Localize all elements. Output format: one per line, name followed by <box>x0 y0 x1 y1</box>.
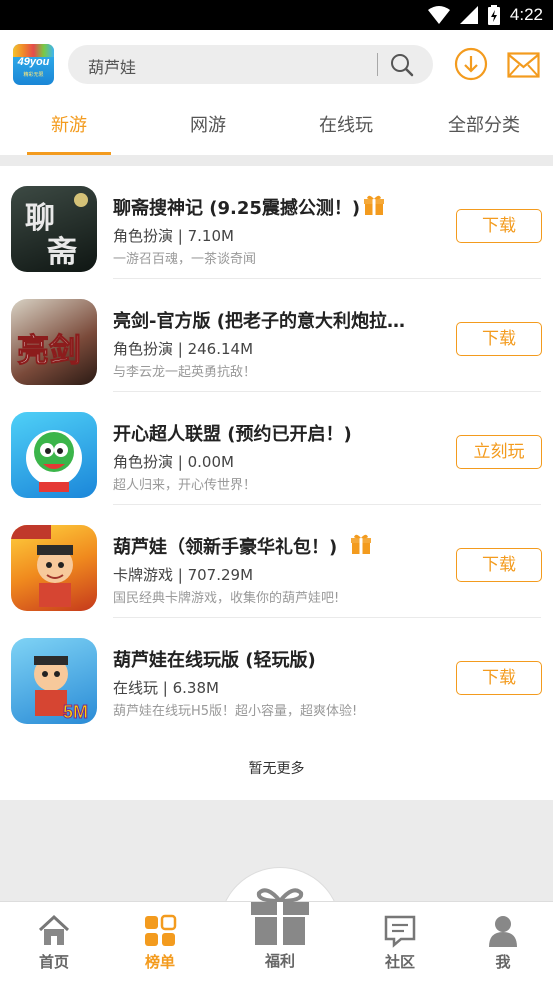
nav-label: 首页 <box>38 953 69 971</box>
battery-icon <box>487 5 500 25</box>
grid-icon <box>145 914 177 946</box>
game-title: 开心超人联盟 (预约已开启！) <box>113 424 352 445</box>
game-meta: 角色扮演 | 246.14M <box>113 340 254 358</box>
user-icon <box>489 916 517 947</box>
play-now-button[interactable]: 立刻玩 <box>456 435 542 469</box>
download-button[interactable]: 下载 <box>456 322 542 356</box>
logo-text: 49you <box>17 56 50 68</box>
game-title: 葫芦娃在线玩版 (轻玩版) <box>113 650 316 671</box>
tab-new-games[interactable]: 新游 <box>27 100 111 155</box>
liangjian-art-icon: 亮剑 <box>17 331 82 370</box>
icon-5m-label: 5M <box>63 702 88 722</box>
game-icon-liaozhai[interactable]: 聊 斋 <box>11 186 97 272</box>
nav-label: 社区 <box>384 953 415 971</box>
nav-label: 我 <box>495 953 511 971</box>
list-item[interactable]: 聊 斋 聊斋搜神记 (9.25震撼公测！) 角色扮演 | 7.10M 一游召百魂… <box>0 166 553 279</box>
top-header: 49you 精彩无限 葫芦娃 <box>0 30 553 100</box>
search-input[interactable]: 葫芦娃 <box>88 54 136 78</box>
game-meta: 在线玩 | 6.38M <box>113 679 219 697</box>
game-description: 与李云龙一起英勇抗敌！ <box>113 365 257 380</box>
nav-item-home[interactable]: 首页 <box>14 902 94 983</box>
category-tabs: 新游 网游 在线玩 全部分类 <box>0 100 553 155</box>
search-separator <box>377 53 378 76</box>
tab-label: 全部分类 <box>448 115 520 136</box>
list-end-message: 暂无更多 <box>248 761 305 777</box>
app-logo[interactable]: 49you 精彩无限 <box>13 44 54 85</box>
game-description: 超人归来，开心传世界！ <box>113 478 257 493</box>
game-icon-kaixin[interactable] <box>11 412 97 498</box>
tab-label: 网游 <box>190 115 226 136</box>
game-description: 葫芦娃在线玩H5版！超小容量，超爽体验! <box>113 704 358 719</box>
download-button[interactable]: 下载 <box>456 661 542 695</box>
tab-underline <box>27 152 111 155</box>
mail-icon[interactable] <box>507 52 540 78</box>
svg-text:聊: 聊 <box>25 201 55 236</box>
game-icon-liangjian[interactable]: 亮剑 <box>11 299 97 385</box>
logo-subtext: 精彩无限 <box>23 72 44 78</box>
game-meta: 角色扮演 | 0.00M <box>113 453 234 471</box>
game-description: 国民经典卡牌游戏，收集你的葫芦娃吧! <box>113 591 340 606</box>
game-title: 亮剑-官方版 (把老子的意大利炮拉… <box>113 311 405 332</box>
gift-icon <box>351 534 371 554</box>
gift-icon[interactable] <box>249 885 311 947</box>
game-list: 聊 斋 聊斋搜神记 (9.25震撼公测！) 角色扮演 | 7.10M 一游召百魂… <box>0 166 553 800</box>
status-bar: 4:22 <box>0 0 553 30</box>
game-icon-huluwa-online[interactable]: 5M <box>11 638 97 724</box>
nav-label: 榜单 <box>144 953 175 971</box>
svg-text:亮剑: 亮剑 <box>17 331 81 369</box>
search-bar[interactable]: 葫芦娃 <box>68 45 433 84</box>
nav-item-community[interactable]: 社区 <box>360 902 440 983</box>
signal-icon <box>459 6 478 24</box>
download-button[interactable]: 下载 <box>456 209 542 243</box>
tab-label: 新游 <box>51 115 87 136</box>
list-item[interactable]: 亮剑 亮剑-官方版 (把老子的意大利炮拉… 角色扮演 | 246.14M 与李云… <box>0 279 553 392</box>
huluwa-online-art-icon: 5M <box>34 656 89 723</box>
nav-item-me[interactable]: 我 <box>463 902 543 983</box>
list-item[interactable]: 5M 葫芦娃在线玩版 (轻玩版) 在线玩 | 6.38M 葫芦娃在线玩H5版！超… <box>0 618 553 731</box>
tab-label: 在线玩 <box>319 115 373 136</box>
game-icon-huluwa[interactable] <box>11 525 97 611</box>
game-meta: 角色扮演 | 7.10M <box>113 227 234 245</box>
chat-icon <box>384 915 416 948</box>
svg-text:斋: 斋 <box>46 235 77 270</box>
nav-item-ranking[interactable]: 榜单 <box>120 902 200 983</box>
liaozhai-art-icon: 聊 斋 <box>25 193 88 270</box>
list-item[interactable]: 开心超人联盟 (预约已开启！) 角色扮演 | 0.00M 超人归来，开心传世界！… <box>0 392 553 505</box>
gift-icon <box>364 195 384 215</box>
search-icon[interactable] <box>390 53 414 77</box>
huluwa-art-icon <box>11 525 73 607</box>
download-icon[interactable] <box>454 47 488 81</box>
wifi-icon <box>427 6 450 24</box>
home-icon <box>38 914 70 945</box>
game-title: 葫芦娃（领新手豪华礼包！) <box>113 537 338 558</box>
game-description: 一游召百魂，一茶谈奇闻 <box>113 252 257 267</box>
status-time: 4:22 <box>509 5 543 24</box>
tab-play-online[interactable]: 在线玩 <box>300 100 392 155</box>
kaixin-art-icon <box>26 430 82 492</box>
list-item[interactable]: 葫芦娃（领新手豪华礼包！) 卡牌游戏 | 707.29M 国民经典卡牌游戏，收集… <box>0 505 553 618</box>
tab-all-categories[interactable]: 全部分类 <box>438 100 530 155</box>
nav-label-welfare[interactable]: 福利 <box>240 950 320 971</box>
download-button[interactable]: 下载 <box>456 548 542 582</box>
tab-online-games[interactable]: 网游 <box>166 100 250 155</box>
game-meta: 卡牌游戏 | 707.29M <box>113 566 254 584</box>
